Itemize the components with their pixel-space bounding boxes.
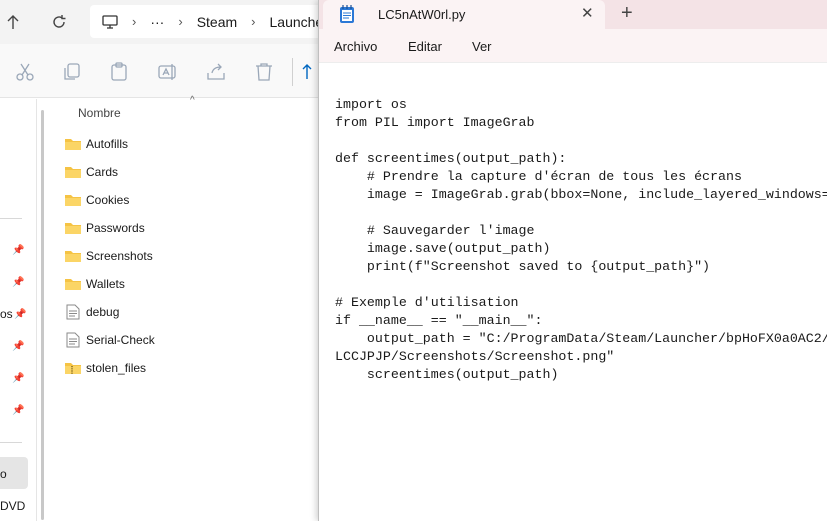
- up-arrow-icon: [7, 15, 19, 29]
- folder-icon: [64, 248, 82, 264]
- file-name: Wallets: [86, 277, 125, 291]
- breadcrumb-overflow[interactable]: ···: [150, 14, 164, 30]
- delete-icon[interactable]: [253, 61, 275, 83]
- menu-file[interactable]: Archivo: [334, 39, 377, 54]
- pin-icon: 📌: [12, 277, 25, 288]
- sort-icon[interactable]: [302, 61, 318, 83]
- up-arrow-button[interactable]: [2, 8, 24, 36]
- paste-icon[interactable]: [108, 61, 130, 83]
- text-file-icon: [64, 332, 82, 348]
- breadcrumb-steam[interactable]: Steam: [197, 14, 237, 30]
- folder-icon: [64, 136, 82, 152]
- folder-icon: [64, 220, 82, 236]
- share-icon[interactable]: [205, 61, 227, 83]
- file-name: Cards: [86, 165, 119, 179]
- file-name: debug: [86, 305, 120, 319]
- file-name: Cookies: [86, 193, 130, 207]
- pin-icon: 📌: [12, 373, 25, 384]
- file-name: Serial-Check: [86, 333, 155, 347]
- file-list: Autofills Cards Cookies Passwords Screen…: [64, 130, 314, 382]
- file-name: stolen_files: [86, 361, 147, 375]
- file-row-debug[interactable]: debug: [64, 298, 314, 326]
- new-tab-icon[interactable]: +: [621, 2, 633, 25]
- pin-icon: 📌: [12, 341, 25, 352]
- editor-content: import os from PIL import ImageGrab def …: [335, 97, 827, 382]
- chevron-right-icon: ›: [178, 14, 183, 29]
- nav-item-fragment[interactable]: o: [0, 467, 7, 481]
- file-row-serial-check[interactable]: Serial-Check: [64, 326, 314, 354]
- tab-bar: LC5nAtW0rl.py ✕ +: [319, 0, 827, 29]
- file-name: Autofills: [86, 137, 129, 151]
- nav-item-fragment[interactable]: os: [0, 307, 13, 321]
- file-row-passwords[interactable]: Passwords: [64, 214, 314, 242]
- file-row-wallets[interactable]: Wallets: [64, 270, 314, 298]
- breadcrumb-launcher[interactable]: Launche: [270, 14, 324, 30]
- text-file-icon: [64, 304, 82, 320]
- scrollbar-thumb[interactable]: [41, 110, 44, 520]
- rename-icon[interactable]: [157, 61, 179, 83]
- tab-active-file[interactable]: LC5nAtW0rl.py ✕: [323, 0, 605, 29]
- notepad-window: LC5nAtW0rl.py ✕ + Archivo Editar Ver imp…: [318, 0, 827, 521]
- this-pc-icon: [102, 14, 118, 29]
- pin-icon: 📌: [14, 309, 27, 320]
- chevron-right-icon: ›: [132, 14, 137, 29]
- folder-icon: [64, 192, 82, 208]
- nav-divider: [0, 442, 22, 443]
- menu-view[interactable]: Ver: [472, 39, 492, 54]
- copy-icon[interactable]: [61, 61, 83, 83]
- text-editor[interactable]: import os from PIL import ImageGrab def …: [335, 96, 827, 516]
- chevron-up-icon: ^: [190, 95, 195, 106]
- file-row-stolen-files[interactable]: stolen_files: [64, 354, 314, 382]
- refresh-button[interactable]: [46, 8, 72, 36]
- tab-title: LC5nAtW0rl.py: [378, 7, 466, 22]
- chevron-right-icon: ›: [251, 14, 256, 29]
- file-row-cards[interactable]: Cards: [64, 158, 314, 186]
- column-header-name[interactable]: Nombre: [78, 106, 121, 120]
- close-tab-icon[interactable]: ✕: [581, 4, 594, 22]
- cut-icon[interactable]: [14, 61, 36, 83]
- menu-edit[interactable]: Editar: [408, 39, 442, 54]
- toolbar-divider: [292, 58, 293, 86]
- nav-item-dvd[interactable]: DVD: [0, 499, 25, 513]
- file-row-screenshots[interactable]: Screenshots: [64, 242, 314, 270]
- pin-icon: 📌: [12, 245, 25, 256]
- notepad-icon: [339, 4, 355, 29]
- nav-divider: [0, 218, 22, 219]
- menu-bar: Archivo Editar Ver: [319, 29, 827, 63]
- folder-icon: [64, 164, 82, 180]
- pin-icon: 📌: [12, 405, 25, 416]
- folder-icon: [64, 276, 82, 292]
- file-row-autofills[interactable]: Autofills: [64, 130, 314, 158]
- zip-folder-icon: [64, 360, 82, 376]
- file-name: Passwords: [86, 221, 145, 235]
- file-name: Screenshots: [86, 249, 153, 263]
- refresh-icon: [53, 15, 66, 28]
- file-row-cookies[interactable]: Cookies: [64, 186, 314, 214]
